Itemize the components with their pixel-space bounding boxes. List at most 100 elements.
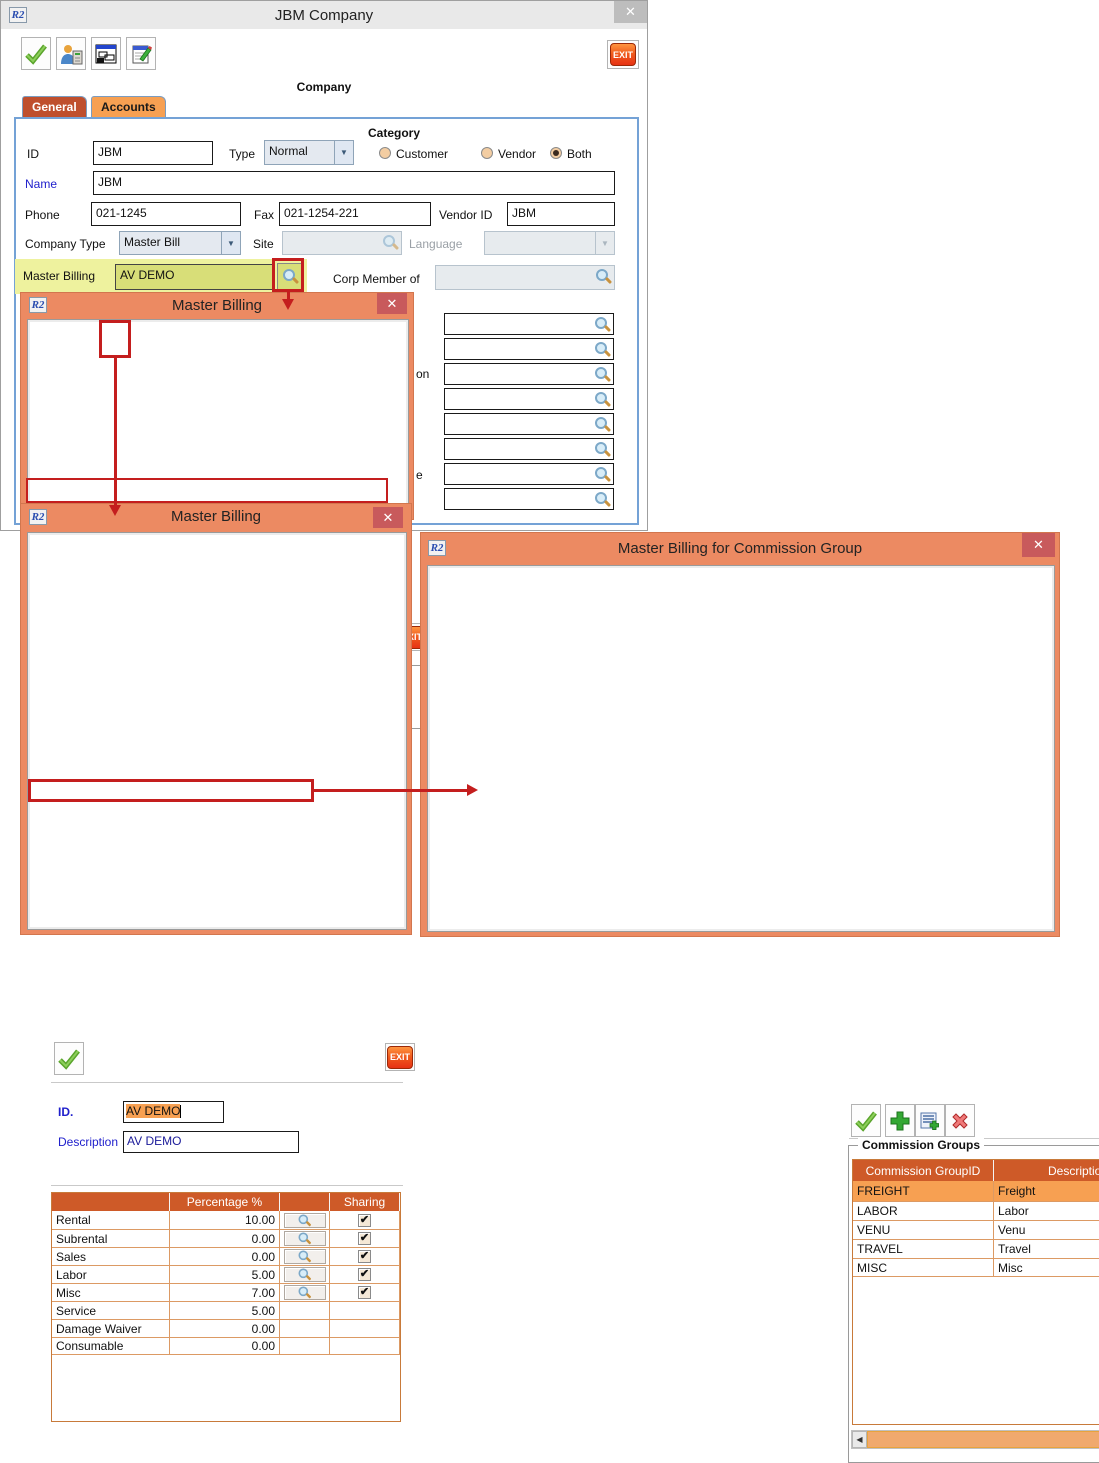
toolbar-separator bbox=[51, 1082, 403, 1083]
cell-description: Labor bbox=[994, 1202, 1099, 1220]
tab-general[interactable]: General bbox=[22, 96, 87, 118]
id-label: ID bbox=[27, 147, 39, 161]
lookup-field-4[interactable] bbox=[444, 388, 614, 410]
lookup-field-3[interactable] bbox=[444, 363, 614, 385]
table-row[interactable]: Damage Waiver 0.00 bbox=[52, 1319, 400, 1337]
column-header-percentage[interactable]: Percentage % bbox=[170, 1193, 280, 1211]
ok-button[interactable] bbox=[54, 1042, 84, 1075]
table-row-selected[interactable]: FREIGHT Freight 12.00 Revenue ✔ bbox=[853, 1181, 1099, 1201]
cell-name: Rental bbox=[52, 1211, 170, 1229]
table-row[interactable]: VENU Venu 19.00 Revenue ✔ bbox=[853, 1220, 1099, 1239]
annotation-box-master-billing-lookup bbox=[272, 258, 304, 292]
cell-percentage: 7.00 bbox=[170, 1284, 280, 1301]
phone-field[interactable]: 021-1245 bbox=[91, 202, 241, 226]
checkbox-checked[interactable]: ✔ bbox=[358, 1232, 371, 1245]
radio-both[interactable] bbox=[550, 147, 562, 159]
checkbox-checked[interactable]: ✔ bbox=[358, 1286, 371, 1299]
lookup-field-6[interactable] bbox=[444, 438, 614, 460]
lookup-button[interactable] bbox=[284, 1213, 326, 1228]
lookup-button[interactable] bbox=[284, 1249, 326, 1264]
cell-description: Travel bbox=[994, 1240, 1099, 1258]
title-bar[interactable]: R2 JBM Company ✕ bbox=[1, 1, 647, 29]
add-multiple-button[interactable] bbox=[915, 1104, 945, 1137]
cell-sharing: ✔ bbox=[330, 1266, 400, 1283]
save-button[interactable] bbox=[21, 37, 51, 70]
description-field[interactable]: AV DEMO bbox=[123, 1131, 299, 1153]
cell-percentage: 0.00 bbox=[170, 1248, 280, 1265]
lookup-button[interactable] bbox=[284, 1231, 326, 1246]
delete-button[interactable] bbox=[945, 1104, 975, 1137]
table-row[interactable]: TRAVEL Travel 14.00 Revenue ✔ bbox=[853, 1239, 1099, 1258]
table-row[interactable]: Sales 0.00 ✔ bbox=[52, 1247, 400, 1265]
close-icon[interactable]: ✕ bbox=[614, 1, 647, 23]
lookup-field-2[interactable] bbox=[444, 338, 614, 360]
cell-sharing: ✔ bbox=[330, 1230, 400, 1247]
table-row[interactable]: MISC Misc 10.00 Revenue ✔ bbox=[853, 1258, 1099, 1277]
exit-button[interactable]: EXIT bbox=[607, 40, 639, 69]
type-dropdown[interactable]: Normal ▼ bbox=[264, 140, 354, 165]
close-icon[interactable]: ✕ bbox=[373, 507, 403, 528]
notes-button[interactable] bbox=[126, 37, 156, 70]
name-field[interactable]: JBM bbox=[93, 171, 615, 195]
horizontal-scrollbar[interactable]: ◀ ▶ bbox=[851, 1430, 1099, 1449]
title-bar[interactable]: R2 Master Billing ✕ bbox=[21, 293, 413, 320]
ok-button[interactable] bbox=[851, 1104, 881, 1137]
checkbox-checked[interactable]: ✔ bbox=[358, 1268, 371, 1281]
contact-button[interactable] bbox=[56, 37, 86, 70]
commission-groups-label: Commission Groups bbox=[858, 1138, 984, 1152]
column-header-sharing[interactable]: Sharing bbox=[330, 1193, 400, 1211]
add-button[interactable] bbox=[885, 1104, 915, 1137]
notepad-icon bbox=[129, 43, 153, 65]
radio-vendor-label[interactable]: Vendor bbox=[498, 147, 536, 161]
text-caret bbox=[180, 1105, 181, 1118]
cell-percentage: 5.00 bbox=[170, 1302, 280, 1319]
site-label: Site bbox=[253, 237, 274, 251]
scroll-left-icon[interactable]: ◀ bbox=[852, 1431, 867, 1448]
table-row-misc[interactable]: Misc 7.00 ✔ bbox=[52, 1283, 400, 1301]
table-row[interactable]: LABOR Labor 13.00 Revenue ✔ bbox=[853, 1201, 1099, 1220]
radio-both-label[interactable]: Both bbox=[567, 147, 592, 161]
table-row[interactable]: Service 5.00 bbox=[52, 1301, 400, 1319]
fax-field[interactable]: 021-1254-221 bbox=[279, 202, 431, 226]
title-bar[interactable]: R2 Master Billing ✕ bbox=[21, 504, 411, 531]
scrollbar-thumb[interactable] bbox=[867, 1431, 1099, 1448]
radio-customer[interactable] bbox=[379, 147, 391, 159]
table-row[interactable]: Subrental 0.00 ✔ bbox=[52, 1229, 400, 1247]
lookup-field-1[interactable] bbox=[444, 313, 614, 335]
title-bar[interactable]: R2 Master Billing for Commission Group ✕ bbox=[421, 533, 1059, 563]
person-icon bbox=[59, 43, 83, 65]
table-row[interactable]: Rental 10.00 ✔ bbox=[52, 1211, 400, 1229]
close-icon[interactable]: ✕ bbox=[1022, 533, 1055, 557]
vendor-id-field[interactable]: JBM bbox=[507, 202, 615, 226]
tab-accounts[interactable]: Accounts bbox=[91, 96, 166, 118]
cell-sharing: ✔ bbox=[330, 1248, 400, 1265]
radio-vendor[interactable] bbox=[481, 147, 493, 159]
company-type-dropdown[interactable]: Master Bill ▼ bbox=[119, 231, 241, 255]
language-label: Language bbox=[409, 237, 462, 251]
cell-group-id: TRAVEL bbox=[853, 1240, 994, 1258]
radio-customer-label[interactable]: Customer bbox=[396, 147, 448, 161]
lookup-button[interactable] bbox=[284, 1267, 326, 1282]
column-header-group-id[interactable]: Commission GroupID bbox=[853, 1160, 994, 1181]
id-field[interactable]: AV DEMO bbox=[123, 1101, 224, 1123]
table-row[interactable]: Consumable 0.00 bbox=[52, 1337, 400, 1355]
layout-button[interactable] bbox=[91, 37, 121, 70]
search-icon bbox=[594, 416, 611, 433]
master-billing-field[interactable]: AV DEMO bbox=[115, 264, 275, 290]
table-row[interactable]: Labor 5.00 ✔ bbox=[52, 1265, 400, 1283]
close-icon[interactable]: ✕ bbox=[377, 293, 407, 314]
chevron-down-icon[interactable]: ▼ bbox=[222, 231, 241, 255]
lookup-field-8[interactable] bbox=[444, 488, 614, 510]
list-add-icon bbox=[919, 1110, 941, 1132]
checkbox-checked[interactable]: ✔ bbox=[358, 1214, 371, 1227]
lookup-field-7[interactable] bbox=[444, 463, 614, 485]
lookup-button[interactable] bbox=[284, 1285, 326, 1300]
exit-button[interactable]: EXIT bbox=[385, 1043, 415, 1071]
name-label: Name bbox=[25, 177, 57, 191]
id-field[interactable]: JBM bbox=[93, 141, 213, 165]
column-header-description[interactable]: Description bbox=[994, 1160, 1099, 1181]
checkbox-checked[interactable]: ✔ bbox=[358, 1250, 371, 1263]
cell-sharing: ✔ bbox=[330, 1211, 400, 1229]
chevron-down-icon[interactable]: ▼ bbox=[335, 140, 354, 165]
lookup-field-5[interactable] bbox=[444, 413, 614, 435]
